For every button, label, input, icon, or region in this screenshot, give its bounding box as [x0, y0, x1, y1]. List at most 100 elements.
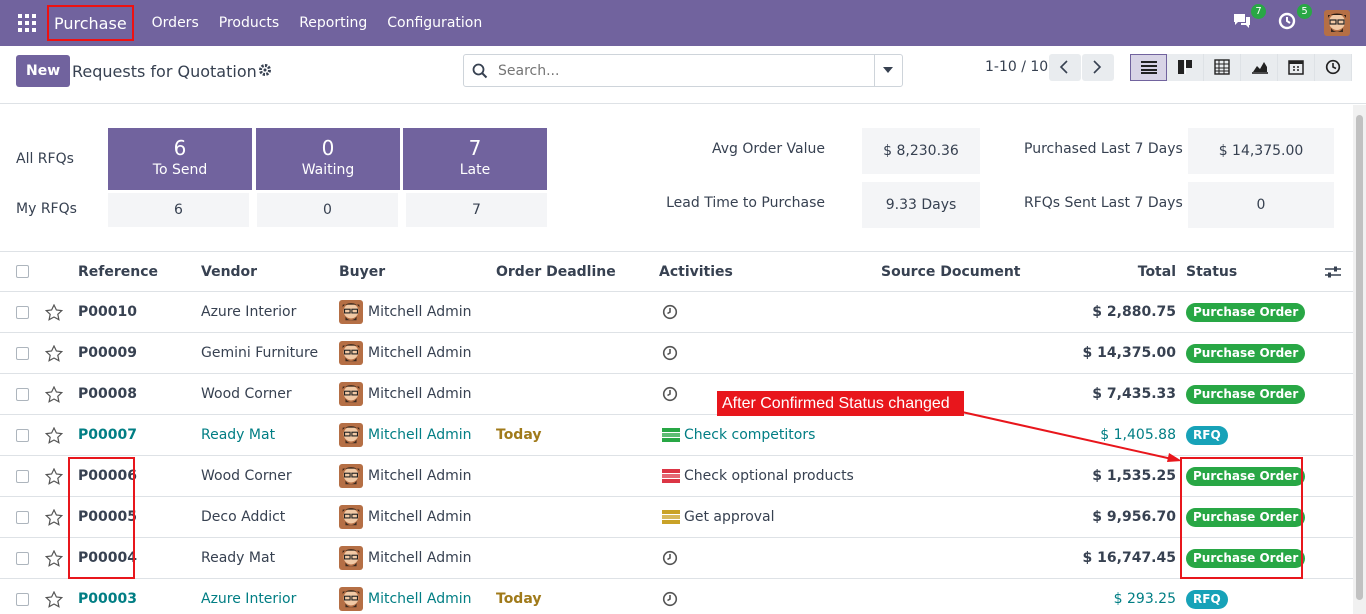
activity-clock-icon[interactable] — [662, 550, 678, 566]
table-row[interactable]: P00004 Ready Mat Mitchell Admin $ 16,747.45… — [0, 538, 1353, 579]
rfqs-sent-value: 0 — [1188, 182, 1334, 228]
menu-reporting[interactable]: Reporting — [289, 15, 377, 31]
calendar-view-icon — [1288, 60, 1304, 75]
activity-clock-icon[interactable] — [662, 386, 678, 402]
cell-activity[interactable] — [662, 538, 678, 578]
star-icon[interactable] — [45, 497, 63, 537]
cell-activity[interactable] — [662, 333, 678, 373]
cell-reference[interactable]: P00010 — [78, 292, 137, 332]
header-activities[interactable]: Activities — [659, 252, 733, 291]
cell-total: $ 16,747.45 — [1082, 550, 1176, 566]
top-navbar: Purchase Orders Products Reporting Confi… — [0, 0, 1366, 46]
header-total[interactable]: Total — [1070, 252, 1176, 291]
row-checkbox[interactable] — [16, 346, 29, 360]
activity-clock-icon[interactable] — [662, 591, 678, 607]
star-icon[interactable] — [45, 415, 63, 455]
cell-total: $ 14,375.00 — [1082, 345, 1176, 361]
activity-list-icon — [662, 510, 680, 524]
rfqs-sent-label: RFQs Sent Last 7 Days — [1024, 195, 1183, 211]
buyer-avatar — [339, 341, 363, 365]
buyer-avatar — [339, 423, 363, 447]
graph-view-button[interactable] — [1241, 54, 1278, 81]
row-checkbox[interactable] — [16, 387, 29, 401]
kanban-view-button[interactable] — [1167, 54, 1204, 81]
table-row[interactable]: P00009 Gemini Furniture Mitchell Admin $ 14… — [0, 333, 1353, 374]
star-icon[interactable] — [45, 333, 63, 373]
cell-reference[interactable]: P00007 — [78, 415, 137, 455]
row-checkbox[interactable] — [16, 469, 29, 483]
star-icon[interactable] — [45, 538, 63, 578]
header-buyer[interactable]: Buyer — [339, 252, 385, 291]
star-icon[interactable] — [45, 374, 63, 414]
cell-status: Purchase Order — [1186, 292, 1306, 332]
cell-activity[interactable]: Check optional products — [662, 456, 854, 496]
pager-value[interactable]: 1-10 / 10 — [985, 59, 1048, 75]
cell-reference[interactable]: P00003 — [78, 579, 137, 614]
activity-clock-icon[interactable] — [662, 345, 678, 361]
calendar-view-button[interactable] — [1278, 54, 1315, 81]
my-to-send[interactable]: 6 — [108, 193, 249, 227]
search-input[interactable] — [498, 55, 868, 86]
table-row[interactable]: P00005 Deco Addict Mitchell Admin Get appro… — [0, 497, 1353, 538]
tile-to-send[interactable]: 6 To Send — [108, 128, 252, 190]
table-row[interactable]: P00007 Ready Mat Mitchell Admin Today Check … — [0, 415, 1353, 456]
cell-vendor: Azure Interior — [201, 591, 297, 607]
activity-clock-icon[interactable] — [662, 304, 678, 320]
scrollbar-thumb[interactable] — [1356, 115, 1363, 600]
row-checkbox[interactable] — [16, 592, 29, 606]
star-icon[interactable] — [45, 292, 63, 332]
pager-next-button[interactable] — [1082, 54, 1114, 81]
table-row[interactable]: P00010 Azure Interior Mitchell Admin $ 2,88… — [0, 292, 1353, 333]
search-box[interactable] — [463, 54, 903, 87]
graph-view-icon — [1252, 62, 1268, 74]
cell-activity[interactable]: Check competitors — [662, 415, 815, 455]
table-row[interactable]: P00003 Azure Interior Mitchell Admin Today $… — [0, 579, 1353, 614]
menu-orders[interactable]: Orders — [142, 15, 209, 31]
header-source[interactable]: Source Document — [881, 252, 1021, 291]
my-waiting[interactable]: 0 — [257, 193, 398, 227]
header-status[interactable]: Status — [1186, 252, 1237, 291]
table-row[interactable]: P00006 Wood Corner Mitchell Admin Check opt… — [0, 456, 1353, 497]
pivot-view-button[interactable] — [1204, 54, 1241, 81]
star-icon[interactable] — [45, 579, 63, 614]
new-button[interactable]: New — [16, 55, 71, 87]
pager-previous-button[interactable] — [1049, 54, 1081, 81]
select-all-checkbox[interactable] — [16, 265, 29, 278]
table-row[interactable]: P00008 Wood Corner Mitchell Admin $ 7,435.3… — [0, 374, 1353, 415]
cell-activity[interactable] — [662, 374, 678, 414]
my-late[interactable]: 7 — [406, 193, 547, 227]
cell-buyer: Mitchell Admin — [339, 374, 472, 414]
messaging-icon[interactable]: 7 — [1232, 4, 1266, 34]
header-vendor[interactable]: Vendor — [201, 252, 257, 291]
app-name[interactable]: Purchase — [47, 5, 134, 41]
activity-view-button[interactable] — [1315, 54, 1352, 81]
row-checkbox[interactable] — [16, 551, 29, 565]
gear-icon[interactable] — [258, 63, 272, 77]
column-settings-icon[interactable] — [1325, 252, 1341, 291]
cell-activity[interactable] — [662, 579, 678, 614]
header-reference[interactable]: Reference — [78, 252, 158, 291]
cell-activity[interactable] — [662, 292, 678, 332]
cell-reference[interactable]: P00009 — [78, 333, 137, 373]
tile-waiting[interactable]: 0 Waiting — [256, 128, 400, 190]
list-view-button[interactable] — [1130, 54, 1167, 81]
row-checkbox[interactable] — [16, 428, 29, 442]
activities-clock-icon[interactable]: 5 — [1278, 4, 1312, 34]
page-scrollbar[interactable] — [1353, 105, 1366, 614]
tile-late[interactable]: 7 Late — [403, 128, 547, 190]
header-deadline[interactable]: Order Deadline — [496, 252, 616, 291]
cell-reference[interactable]: P00008 — [78, 374, 137, 414]
row-checkbox[interactable] — [16, 305, 29, 319]
row-checkbox[interactable] — [16, 510, 29, 524]
cell-activity[interactable]: Get approval — [662, 497, 775, 537]
apps-grid-icon[interactable] — [18, 14, 36, 32]
star-icon[interactable] — [45, 456, 63, 496]
main-menu: Orders Products Reporting Configuration — [142, 15, 493, 31]
menu-configuration[interactable]: Configuration — [377, 15, 492, 31]
tile-number: 6 — [173, 136, 187, 160]
buyer-name: Mitchell Admin — [368, 591, 472, 607]
menu-products[interactable]: Products — [209, 15, 289, 31]
pivot-view-icon — [1214, 59, 1230, 75]
user-avatar[interactable] — [1324, 10, 1350, 36]
search-options-toggle[interactable] — [874, 55, 902, 86]
